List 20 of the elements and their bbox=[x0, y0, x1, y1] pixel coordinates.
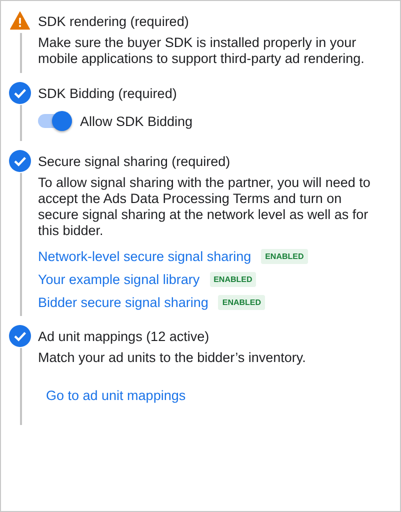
check-circle-icon bbox=[9, 82, 31, 104]
status-badge: ENABLED bbox=[210, 272, 256, 287]
check-circle-icon bbox=[9, 150, 31, 172]
step-title: SDK rendering (required) bbox=[38, 14, 189, 28]
step-description: Make sure the buyer SDK is installed properly in your mobile applications to support third-party ad rendering. bbox=[38, 35, 366, 67]
text-button[interactable]: Go to ad unit mappings bbox=[38, 380, 194, 411]
step-description: Match your ad units to the bidder’s inventory. bbox=[38, 350, 307, 366]
toggle-label: Allow SDK Bidding bbox=[80, 114, 193, 128]
step-title: Secure signal sharing (required) bbox=[38, 154, 230, 168]
step-title: Ad unit mappings (12 active) bbox=[38, 328, 210, 344]
link[interactable]: Network-level secure signal sharing bbox=[38, 249, 252, 264]
status-badge: ENABLED bbox=[218, 295, 266, 310]
warning-icon bbox=[9, 11, 31, 31]
link[interactable]: Your example signal library bbox=[38, 272, 200, 287]
step-description: To allow signal sharing with the partner, you will need to accept the Ads Data Processing Terms and turn on secure signal sharing at the network level as well as for this bidder. bbox=[38, 175, 372, 239]
step-title: SDK Bidding (required) bbox=[38, 86, 177, 100]
status-badge: ENABLED bbox=[261, 249, 308, 264]
link[interactable]: Bidder secure signal sharing bbox=[38, 295, 208, 310]
toggle-switch[interactable] bbox=[38, 111, 72, 131]
check-circle-icon bbox=[9, 325, 31, 347]
